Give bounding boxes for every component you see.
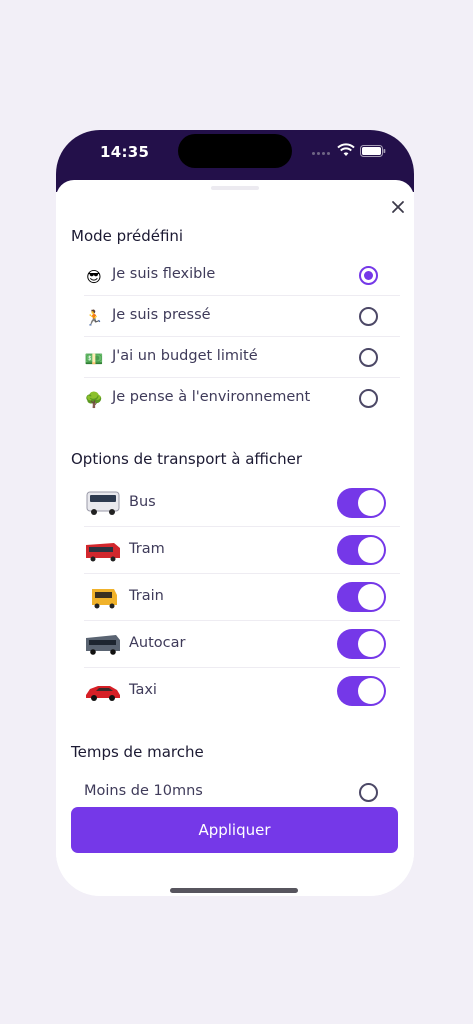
battery-icon (360, 145, 386, 157)
radio-unselected[interactable] (359, 348, 378, 367)
mode-label: Je suis flexible (112, 266, 216, 282)
filter-sheet: Mode prédéfini 😎 Je suis flexible 🏃 Je s… (56, 180, 414, 896)
toggle-switch[interactable] (337, 488, 386, 518)
walking-label: Moins de 10mns (84, 783, 203, 799)
status-time: 14:35 (100, 143, 150, 161)
section-title-walking: Temps de marche (71, 743, 204, 761)
transport-label: Autocar (129, 635, 186, 651)
tree-emoji-icon: 🌳 (84, 391, 104, 409)
wifi-icon (337, 143, 355, 156)
sunglasses-emoji-icon: 😎 (86, 268, 102, 286)
transport-option-coach[interactable]: Autocar (84, 621, 400, 668)
mode-label: Je suis pressé (112, 307, 211, 323)
transport-option-tram[interactable]: Tram (84, 527, 400, 574)
radio-unselected[interactable] (359, 307, 378, 326)
radio-unselected[interactable] (359, 783, 378, 802)
transport-option-taxi[interactable]: Taxi (84, 668, 400, 715)
mode-label: Je pense à l'environnement (112, 389, 311, 405)
mode-option-environment[interactable]: 🌳 Je pense à l'environnement (84, 379, 400, 419)
coach-icon (86, 635, 120, 655)
section-title-transport: Options de transport à afficher (71, 450, 303, 468)
close-icon[interactable] (390, 199, 406, 215)
tram-icon (86, 543, 120, 562)
transport-label: Tram (129, 541, 165, 557)
radio-unselected[interactable] (359, 389, 378, 408)
sheet-grabber[interactable] (211, 186, 259, 190)
transport-label: Bus (129, 494, 156, 510)
toggle-switch[interactable] (337, 535, 386, 565)
section-title-modes: Mode prédéfini (71, 227, 184, 245)
transport-label: Taxi (129, 682, 157, 698)
bus-icon (86, 491, 120, 515)
transport-option-train[interactable]: Train (84, 574, 400, 621)
mode-option-flexible[interactable]: 😎 Je suis flexible (84, 256, 400, 296)
transport-option-bus[interactable]: Bus (84, 480, 400, 527)
runner-emoji-icon: 🏃 (84, 309, 104, 327)
toggle-switch[interactable] (337, 676, 386, 706)
radio-selected[interactable] (359, 266, 378, 285)
mode-option-budget[interactable]: 💵 J'ai un budget limité (84, 338, 400, 378)
phone-screen: 14:35 Mode prédéfini 😎 Je suis flexible … (56, 130, 414, 896)
transport-label: Train (129, 588, 164, 604)
money-emoji-icon: 💵 (84, 350, 104, 368)
mode-label: J'ai un budget limité (112, 348, 258, 364)
mode-option-hurried[interactable]: 🏃 Je suis pressé (84, 297, 400, 337)
apply-button[interactable]: Appliquer (71, 807, 398, 853)
train-icon (92, 589, 117, 609)
taxi-icon (86, 686, 120, 701)
toggle-switch[interactable] (337, 629, 386, 659)
toggle-switch[interactable] (337, 582, 386, 612)
home-indicator (170, 888, 298, 893)
cellular-signal-icon (312, 152, 330, 155)
dynamic-island (178, 134, 292, 168)
